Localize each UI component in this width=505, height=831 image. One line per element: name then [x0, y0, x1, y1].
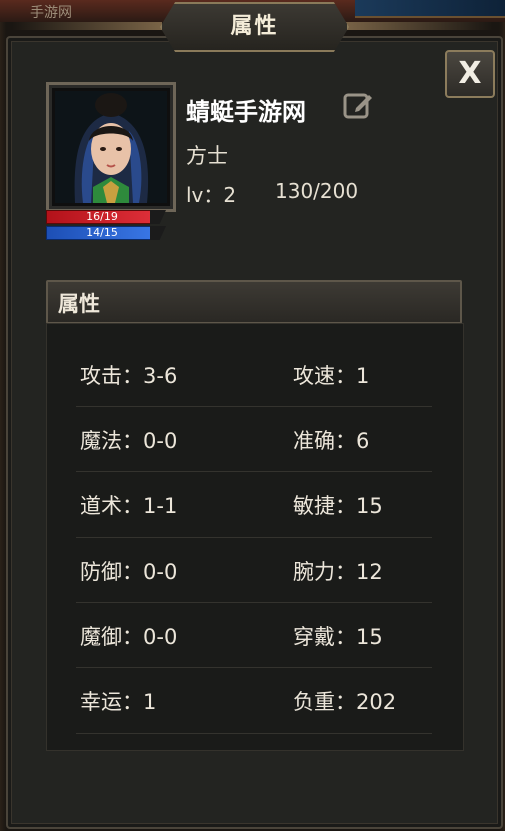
row-divider	[76, 471, 432, 472]
attr-carry-weight: 负重：202	[293, 690, 397, 714]
attr-accuracy: 准确：6	[293, 429, 370, 453]
attr-attack: 攻击：3-6	[80, 364, 178, 388]
attr-strength: 腕力：12	[293, 560, 383, 584]
title-ornament-left	[12, 22, 162, 30]
character-portrait	[55, 91, 167, 203]
mp-bar: 14/15	[46, 226, 158, 240]
attr-luck: 幸运：1	[80, 690, 157, 714]
attr-magic-defense: 魔御：0-0	[80, 625, 178, 649]
edit-name-icon[interactable]	[342, 90, 374, 122]
close-button[interactable]: X	[445, 50, 495, 98]
attribute-section-header	[46, 280, 462, 324]
attr-taoism: 道术：1-1	[80, 494, 178, 518]
character-class: 方士	[186, 144, 228, 168]
character-level: lv：2	[186, 183, 237, 207]
row-divider	[76, 667, 432, 668]
top-hud-bar	[355, 0, 505, 18]
hp-bar: 16/19	[46, 210, 158, 224]
row-divider	[76, 602, 432, 603]
row-divider	[76, 537, 432, 538]
character-exp: 130/200	[275, 179, 359, 203]
character-name: 蜻蜓手游网	[186, 98, 306, 126]
hud-label: 手游网	[30, 5, 72, 21]
row-divider	[76, 406, 432, 407]
panel-title: 属性	[230, 14, 279, 39]
attribute-section-title: 属性	[58, 292, 100, 316]
attr-agility: 敏捷：15	[293, 494, 383, 518]
attr-wear: 穿戴：15	[293, 625, 383, 649]
attr-attack-speed: 攻速：1	[293, 364, 370, 388]
close-icon: X	[458, 56, 482, 91]
title-ornament-right	[343, 22, 493, 30]
attr-defense: 防御：0-0	[80, 560, 178, 584]
row-divider	[76, 733, 432, 734]
attr-magic: 魔法：0-0	[80, 429, 178, 453]
avatar	[46, 82, 176, 212]
